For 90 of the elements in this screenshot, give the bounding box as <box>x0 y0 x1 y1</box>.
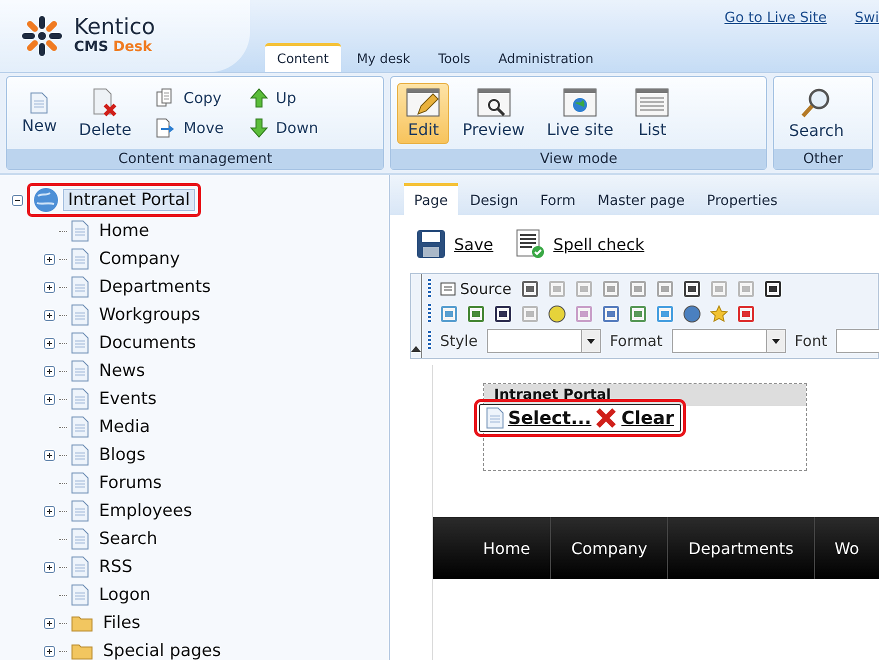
product-name: CMS Desk <box>74 39 153 55</box>
group-title: Other <box>774 149 872 169</box>
logo-icon <box>20 14 64 58</box>
main-tab[interactable]: Tools <box>426 43 482 72</box>
ribbon-button[interactable]: New <box>13 86 66 140</box>
nav-item[interactable]: Departments <box>667 517 814 579</box>
tree-node[interactable]: Media <box>99 417 150 437</box>
collapse-toggle[interactable] <box>12 194 23 206</box>
nav-item[interactable]: Home <box>463 517 550 579</box>
ribbon-button[interactable]: Down <box>244 116 324 140</box>
globe-icon <box>33 187 59 213</box>
ribbon-button[interactable]: Live site <box>538 82 622 144</box>
collapse-arrow-icon[interactable] <box>411 346 421 352</box>
expand-toggle[interactable] <box>44 366 55 376</box>
group-title: View mode <box>391 149 766 169</box>
nav-item[interactable]: Wo <box>814 517 879 579</box>
down-arrow-icon <box>250 118 268 138</box>
ribbon-button[interactable]: Search <box>780 82 853 144</box>
tree-node[interactable]: Logon <box>99 585 151 605</box>
dropdown-field[interactable] <box>486 329 601 353</box>
editor-tab[interactable]: Form <box>530 183 586 215</box>
star-icon[interactable] <box>710 305 728 323</box>
dropdown-label: Style <box>440 332 478 350</box>
ribbon-button[interactable]: List <box>626 82 678 144</box>
logo-name: Kentico <box>74 17 156 39</box>
dropdown-arrow-icon[interactable] <box>772 338 780 344</box>
nav-item[interactable]: Company <box>550 517 668 579</box>
tree-node[interactable]: Documents <box>99 333 196 353</box>
ribbon-button[interactable]: Edit <box>397 82 450 144</box>
select-link[interactable]: Select... <box>508 408 592 428</box>
editor-tab[interactable]: Master page <box>588 183 695 215</box>
tree-node[interactable]: News <box>99 361 145 381</box>
header-link[interactable]: Swi <box>854 10 879 26</box>
ribbon-button[interactable]: Delete <box>70 82 140 144</box>
tree-node[interactable]: Workgroups <box>99 305 200 325</box>
tree-node[interactable]: Forums <box>99 473 162 493</box>
action-link[interactable]: Spell check <box>515 229 644 259</box>
group-title: Content management <box>7 149 384 169</box>
action-link[interactable]: Save <box>416 229 494 259</box>
expand-toggle[interactable] <box>44 394 55 404</box>
expand-toggle[interactable] <box>44 338 55 348</box>
expand-toggle[interactable] <box>44 506 55 516</box>
list-window-icon <box>635 88 670 118</box>
expand-toggle[interactable] <box>44 562 55 572</box>
expand-toggle[interactable] <box>44 618 55 628</box>
folder-icon <box>71 614 93 632</box>
main-tab[interactable]: My desk <box>344 43 422 72</box>
tree-node[interactable]: Home <box>99 221 150 241</box>
tree-node[interactable]: Intranet Portal <box>63 189 196 211</box>
tree-node[interactable]: Company <box>99 249 180 269</box>
expand-toggle[interactable] <box>44 310 55 320</box>
ribbon-button[interactable]: Move <box>150 116 229 140</box>
tree-node[interactable]: Special pages <box>103 641 221 660</box>
tree-node[interactable]: Events <box>99 389 157 409</box>
page-arrow-icon <box>155 118 176 138</box>
tree-node[interactable]: Files <box>103 613 140 633</box>
expand-toggle[interactable] <box>44 646 55 656</box>
editor-tab[interactable]: Design <box>460 183 528 215</box>
tree-node[interactable]: Search <box>99 529 158 549</box>
expand-toggle[interactable] <box>44 254 55 264</box>
ribbon-button[interactable]: Up <box>244 86 324 110</box>
dropdown-label: Font <box>794 332 828 350</box>
folder-icon <box>71 642 93 660</box>
source-button[interactable]: Source <box>440 280 512 298</box>
dropdown-arrow-icon[interactable] <box>586 338 595 344</box>
tree-node[interactable]: Employees <box>99 501 192 521</box>
expand-toggle[interactable] <box>44 450 55 460</box>
tree-node[interactable]: Blogs <box>99 445 146 465</box>
editor-tab[interactable]: Page <box>404 183 458 215</box>
expand-toggle[interactable] <box>44 282 55 292</box>
page-delete-icon <box>92 88 118 118</box>
main-tab[interactable]: Administration <box>486 43 606 72</box>
header-link[interactable]: Go to Live Site <box>724 10 827 26</box>
globe-window-icon <box>563 88 598 118</box>
tree-node[interactable]: Departments <box>99 277 211 297</box>
tree-node[interactable]: RSS <box>99 557 132 577</box>
dropdown-label: Format <box>610 332 663 350</box>
up-arrow-icon <box>250 88 268 108</box>
preview-window-icon <box>476 88 511 118</box>
dropdown-field[interactable] <box>672 329 786 353</box>
source-icon <box>440 282 456 296</box>
sphere-icon[interactable] <box>683 305 701 323</box>
spell-check-icon <box>515 229 546 259</box>
clear-link[interactable]: Clear <box>621 408 674 428</box>
edit-window-icon <box>406 88 440 118</box>
main-tab[interactable]: Content <box>265 43 341 72</box>
close-icon[interactable] <box>595 407 618 429</box>
ribbon-button[interactable]: Copy <box>150 86 229 110</box>
ribbon-button[interactable]: Preview <box>453 82 534 144</box>
editor-tab[interactable]: Properties <box>696 183 788 215</box>
